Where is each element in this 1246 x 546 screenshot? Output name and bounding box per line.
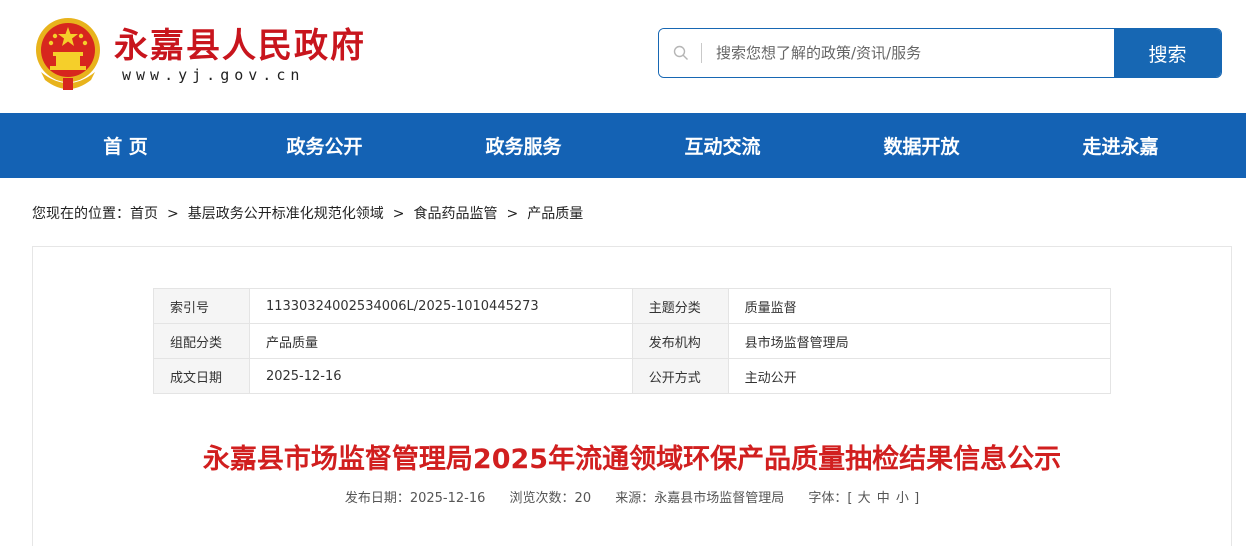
font-size-label: 字体：[	[808, 491, 853, 506]
search-divider	[701, 43, 702, 63]
search-box: 搜索	[658, 28, 1222, 78]
meta-key: 公开方式	[631, 358, 729, 394]
article-panel: 索引号 11330324002534006L/2025-1010445273 主…	[32, 246, 1232, 546]
font-size-close: ]	[914, 491, 920, 506]
article-source: 来源：永嘉县市场监督管理局	[615, 491, 785, 506]
font-size-switcher: 字体：[ 大 中 小 ]	[808, 491, 919, 506]
breadcrumb-separator: >	[167, 206, 179, 222]
meta-value: 产品质量	[248, 323, 633, 359]
article-title: 永嘉县市场监督管理局2025年流通领域环保产品质量抽检结果信息公示	[202, 444, 1062, 475]
search-field	[659, 29, 1114, 77]
table-row: 成文日期 2025-12-16 公开方式 主动公开	[153, 358, 1112, 394]
meta-value: 11330324002534006L/2025-1010445273	[248, 288, 633, 324]
breadcrumb-home[interactable]: 首页	[130, 206, 158, 222]
breadcrumb-product-quality[interactable]: 产品质量	[527, 206, 583, 222]
view-count: 浏览次数：20	[509, 491, 592, 506]
meta-value: 2025-12-16	[248, 358, 633, 394]
search-button[interactable]: 搜索	[1114, 29, 1221, 77]
breadcrumb-separator: >	[506, 206, 519, 222]
breadcrumb: 您现在的位置：首页 > 基层政务公开标准化规范化领域 > 食品药品监管 > 产品质量	[32, 203, 583, 223]
nav-item-about-yongjia[interactable]: 走进永嘉	[1021, 132, 1220, 159]
font-size-medium-button[interactable]: 中	[877, 491, 890, 506]
breadcrumb-food-drug[interactable]: 食品药品监管	[413, 206, 497, 222]
document-meta-table: 索引号 11330324002534006L/2025-1010445273 主…	[153, 288, 1112, 394]
nav-item-gov-services[interactable]: 政务服务	[424, 132, 623, 159]
meta-key: 主题分类	[631, 288, 729, 324]
meta-key: 发布机构	[631, 323, 729, 359]
breadcrumb-gov-open-domain[interactable]: 基层政务公开标准化规范化领域	[188, 206, 384, 222]
nav-item-home[interactable]: 首 页	[26, 132, 225, 159]
main-nav: 首 页 政务公开 政务服务 互动交流 数据开放 走进永嘉	[0, 113, 1246, 178]
table-row: 组配分类 产品质量 发布机构 县市场监督管理局	[153, 323, 1112, 359]
table-row: 索引号 11330324002534006L/2025-1010445273 主…	[153, 288, 1112, 324]
site-header: 永嘉县人民政府 www.yj.gov.cn 搜索	[0, 0, 1246, 113]
meta-key: 组配分类	[153, 323, 250, 359]
meta-value: 质量监督	[727, 288, 1112, 324]
site-domain: www.yj.gov.cn	[122, 66, 305, 84]
breadcrumb-prefix: 您现在的位置：	[32, 206, 130, 222]
meta-key: 成文日期	[153, 358, 250, 394]
nav-item-gov-affairs-open[interactable]: 政务公开	[225, 132, 424, 159]
nav-item-interaction[interactable]: 互动交流	[623, 132, 822, 159]
site-name: 永嘉县人民政府	[114, 26, 366, 66]
font-size-large-button[interactable]: 大	[858, 491, 871, 506]
search-icon	[671, 43, 691, 63]
search-input[interactable]	[714, 29, 1114, 77]
national-emblem-icon[interactable]	[33, 14, 103, 92]
article-meta: 发布日期：2025-12-16 浏览次数：20 来源：永嘉县市场监督管理局 字体…	[33, 487, 1231, 506]
meta-value: 主动公开	[727, 358, 1112, 394]
meta-value: 县市场监督管理局	[727, 323, 1112, 359]
nav-item-open-data[interactable]: 数据开放	[822, 132, 1021, 159]
meta-key: 索引号	[153, 288, 250, 324]
breadcrumb-separator: >	[392, 206, 405, 222]
font-size-small-button[interactable]: 小	[896, 491, 909, 506]
publish-date: 发布日期：2025-12-16	[344, 491, 486, 506]
